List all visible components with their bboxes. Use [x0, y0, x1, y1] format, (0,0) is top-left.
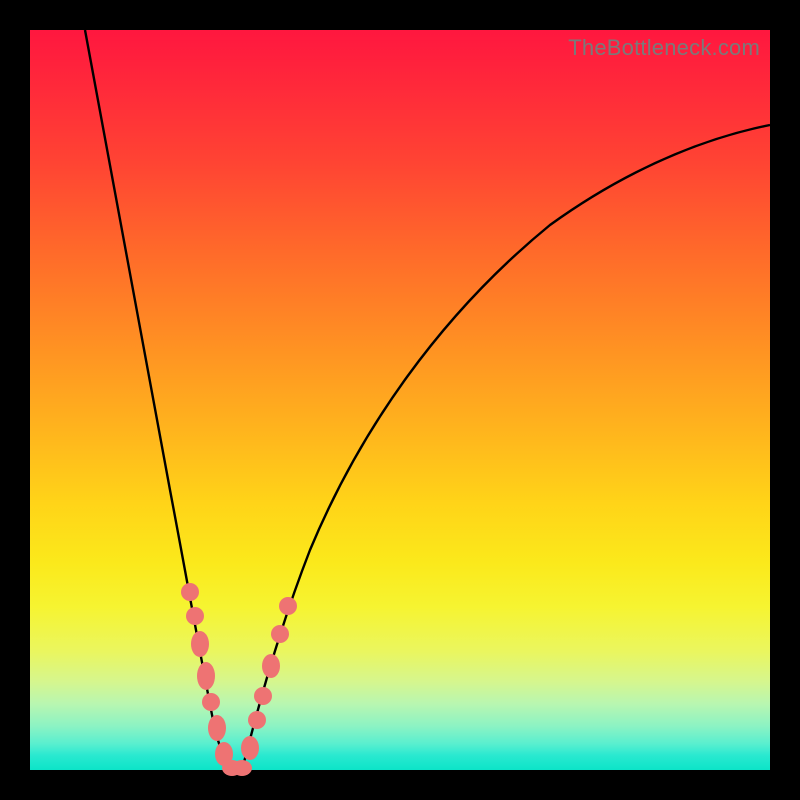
markers-right	[241, 597, 297, 760]
curve-left-branch	[85, 30, 235, 770]
markers-valley	[232, 760, 252, 776]
curve-right-branch	[242, 125, 770, 770]
chart-frame: TheBottleneck.com	[0, 0, 800, 800]
plot-area: TheBottleneck.com	[30, 30, 770, 770]
curve-layer	[30, 30, 770, 770]
markers-left	[181, 583, 242, 776]
